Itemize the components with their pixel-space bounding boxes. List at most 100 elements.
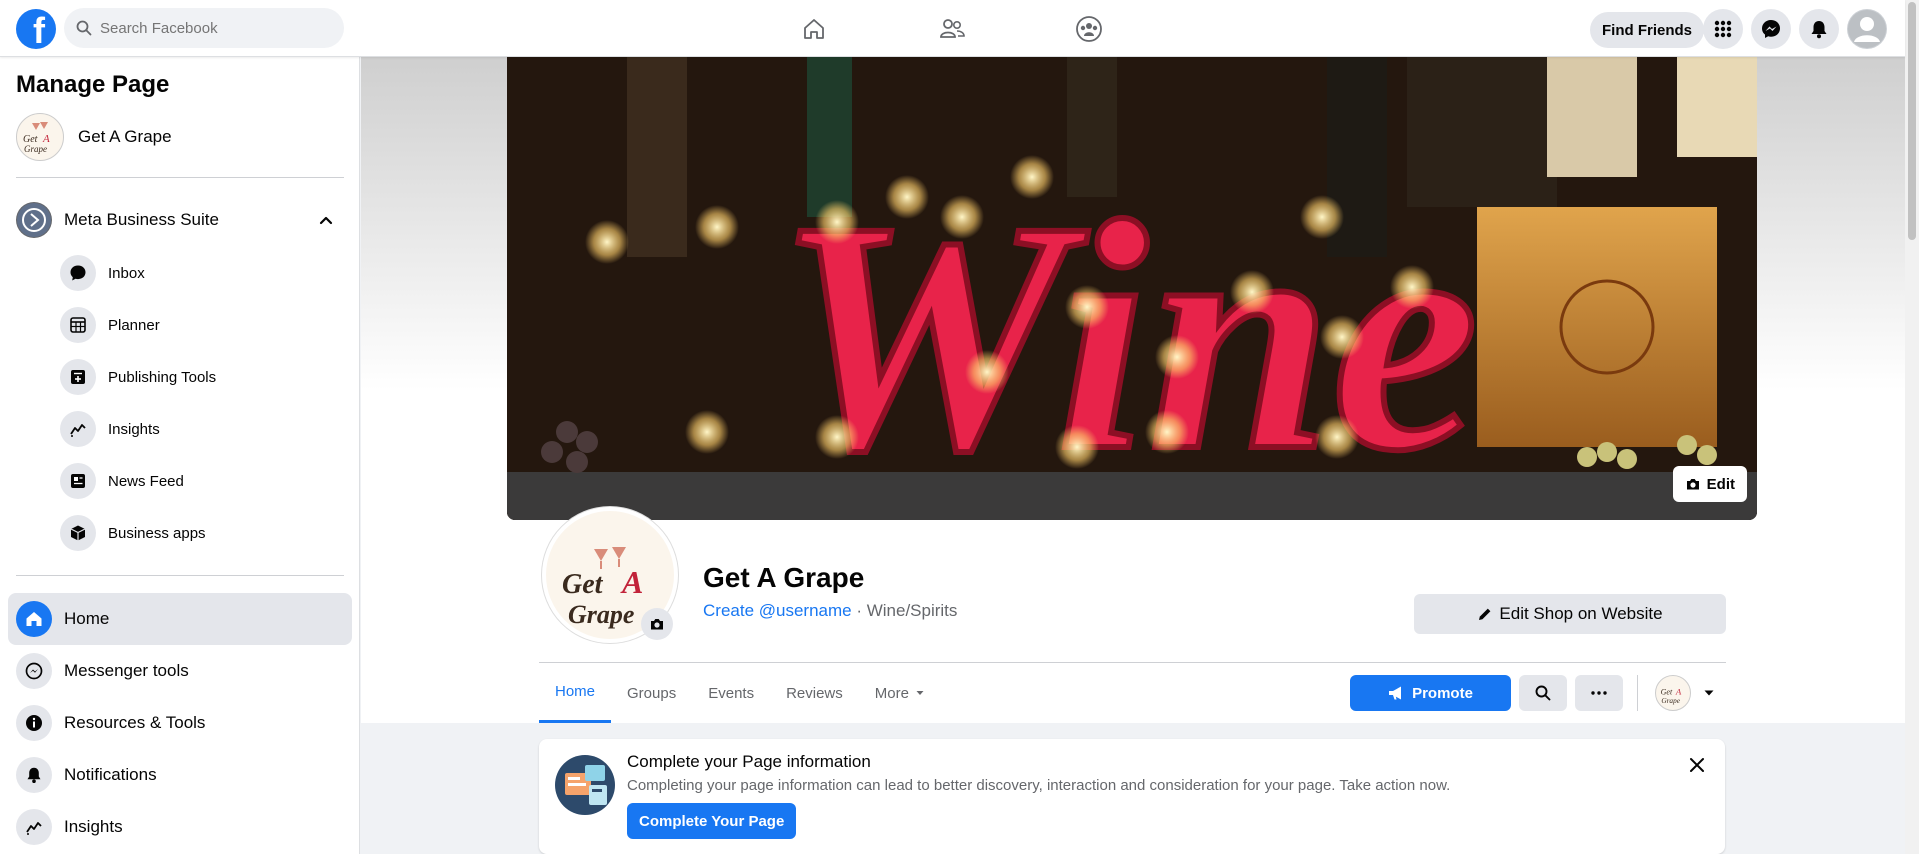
sidebar-item-messenger-tools[interactable]: Messenger tools — [8, 645, 352, 697]
caret-down-icon — [1704, 690, 1714, 696]
info-card-title: Complete your Page information — [627, 752, 871, 771]
change-profile-photo-camera-icon[interactable] — [641, 608, 673, 640]
camera-icon — [1686, 479, 1699, 490]
sidebar-item-label: Messenger tools — [64, 661, 189, 680]
meta-business-suite-icon — [16, 202, 52, 238]
promote-label: Promote — [1412, 684, 1473, 702]
page-switcher-avatar: Get A Grape — [1655, 675, 1691, 711]
messenger-icon — [16, 653, 52, 689]
switcher-logo-get: Get — [1661, 687, 1673, 696]
manage-page-sidebar: Manage Page Get A Grape Get A Grape Meta… — [0, 57, 360, 854]
page-search-button[interactable] — [1519, 675, 1567, 711]
chat-bubble-icon — [60, 255, 96, 291]
calendar-grid-icon — [60, 307, 96, 343]
cover-sign-text: Wine — [776, 154, 1479, 519]
page-subtitle: Create @username · Wine/Spirits — [703, 601, 957, 621]
edit-cover-button[interactable]: Edit — [1672, 466, 1747, 502]
sidebar-item-insights[interactable]: Insights — [60, 409, 160, 449]
sidebar-item-notifications[interactable]: Notifications — [8, 749, 352, 801]
megaphone-icon — [1389, 686, 1402, 700]
sidebar-item-business-apps[interactable]: Business apps — [60, 513, 206, 553]
promote-button[interactable]: Promote — [1350, 675, 1511, 711]
home-nav-icon[interactable] — [797, 12, 831, 46]
home-icon — [16, 601, 52, 637]
sidebar-item-label: Notifications — [64, 765, 157, 784]
edit-shop-button[interactable]: Edit Shop on Website — [1414, 594, 1726, 634]
search-icon — [1535, 685, 1551, 701]
tab-groups[interactable]: Groups — [611, 663, 692, 723]
page-category: · Wine/Spirits — [851, 601, 958, 620]
sidebar-item-inbox[interactable]: Inbox — [60, 253, 145, 293]
friends-nav-icon[interactable] — [935, 12, 969, 46]
sidebar-item-label: Insights — [64, 817, 123, 836]
page-account-switcher[interactable]: Get A Grape — [1655, 675, 1715, 711]
chevron-up-icon[interactable] — [318, 212, 334, 228]
groups-nav-icon[interactable] — [1072, 12, 1106, 46]
search-box[interactable] — [64, 8, 344, 48]
page-info-illustration — [555, 755, 615, 815]
switcher-logo-a: A — [1675, 686, 1682, 696]
tab-more-label: More — [874, 684, 909, 702]
top-navigation-bar: f Find Friends — [0, 0, 1905, 57]
complete-your-page-button[interactable]: Complete Your Page — [627, 803, 797, 839]
cover-photo: Wine Edit — [507, 57, 1757, 520]
facebook-logo-icon[interactable]: f — [16, 9, 56, 49]
sidebar-item-insights-main[interactable]: Insights — [8, 801, 352, 853]
edit-cover-label: Edit — [1706, 475, 1735, 493]
sidebar-item-label: Publishing Tools — [108, 368, 217, 386]
bell-icon — [16, 757, 52, 793]
sidebar-page-name: Get A Grape — [78, 127, 172, 146]
info-card-body: Completing your page information can lea… — [627, 777, 1451, 794]
complete-page-info-card: Complete your Page information Completin… — [539, 739, 1725, 854]
sidebar-item-home[interactable]: Home — [8, 593, 352, 645]
sidebar-item-label: News Feed — [108, 472, 184, 490]
page-header-area: Wine Edit Get A Grape Get A Grape Create… — [361, 57, 1905, 723]
tab-home[interactable]: Home — [539, 663, 612, 723]
mini-logo-grape: Grape — [24, 144, 47, 154]
close-icon[interactable] — [1685, 753, 1709, 777]
sidebar-item-label: Planner — [108, 316, 160, 334]
page-tabs: Home Groups Events Reviews More — [539, 663, 941, 723]
tab-more[interactable]: More — [859, 663, 941, 723]
cover-image-wine-sign: Wine — [507, 57, 1757, 520]
logo-grape: Grape — [568, 600, 634, 629]
logo-a: A — [620, 564, 643, 600]
meta-business-suite-label: Meta Business Suite — [64, 210, 219, 229]
switcher-logo-grape: Grape — [1661, 697, 1680, 705]
sidebar-item-label: Insights — [108, 420, 160, 438]
sidebar-item-label: Inbox — [108, 264, 145, 282]
cube-icon — [60, 515, 96, 551]
publishing-tools-icon — [60, 359, 96, 395]
notifications-bell-icon[interactable] — [1799, 9, 1839, 49]
sidebar-divider — [16, 177, 344, 178]
page-scrollbar[interactable] — [1905, 0, 1919, 854]
sidebar-item-resources-tools[interactable]: Resources & Tools — [8, 697, 352, 749]
messenger-icon[interactable] — [1751, 9, 1791, 49]
sidebar-divider — [16, 575, 344, 576]
info-icon — [16, 705, 52, 741]
insights-trend-icon — [60, 411, 96, 447]
search-input[interactable] — [100, 19, 320, 37]
logo-get: Get — [562, 569, 604, 600]
sidebar-item-news-feed[interactable]: News Feed — [60, 461, 184, 501]
more-options-button[interactable] — [1575, 675, 1623, 711]
ellipsis-icon — [1591, 691, 1607, 695]
sidebar-item-planner[interactable]: Planner — [60, 305, 160, 345]
create-username-link[interactable]: Create @username — [703, 601, 852, 620]
account-avatar[interactable] — [1847, 9, 1887, 49]
sidebar-page-link[interactable]: Get A Grape Get A Grape — [16, 113, 172, 161]
sidebar-item-publishing-tools[interactable]: Publishing Tools — [60, 357, 216, 397]
search-icon — [76, 20, 92, 36]
meta-business-suite-section[interactable]: Meta Business Suite — [16, 200, 344, 240]
tab-events[interactable]: Events — [692, 663, 770, 723]
page-title: Get A Grape — [703, 562, 865, 593]
menu-grid-icon[interactable] — [1703, 9, 1743, 49]
scrollbar-thumb[interactable] — [1908, 2, 1916, 240]
edit-shop-label: Edit Shop on Website — [1499, 604, 1663, 623]
news-feed-icon — [60, 463, 96, 499]
sidebar-item-label: Home — [64, 609, 110, 628]
sidebar-item-label: Resources & Tools — [64, 713, 206, 732]
tab-reviews[interactable]: Reviews — [770, 663, 859, 723]
find-friends-button[interactable]: Find Friends — [1590, 12, 1704, 48]
toolbar-separator — [1637, 675, 1638, 711]
